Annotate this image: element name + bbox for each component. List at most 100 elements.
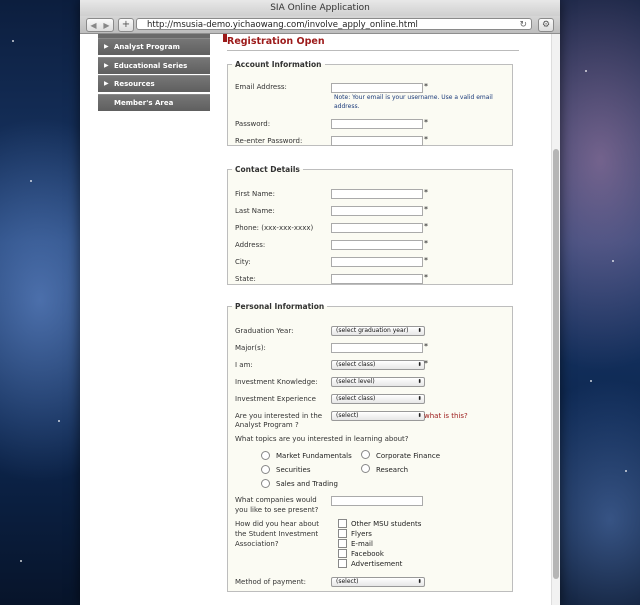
vertical-scrollbar[interactable] bbox=[551, 34, 560, 605]
radio-securities[interactable] bbox=[261, 465, 270, 474]
email-note: Note: Your email is your username. Use a… bbox=[334, 94, 493, 110]
phone-field[interactable] bbox=[331, 223, 423, 233]
companies-question-line2: you like to see present? bbox=[235, 506, 319, 514]
required-mark: * bbox=[424, 188, 428, 197]
personal-information-section: Personal Information Graduation Year: (s… bbox=[227, 302, 513, 592]
graduation-year-select[interactable]: (select graduation year) ⬍ bbox=[331, 326, 425, 336]
select-caret-icon: ⬍ bbox=[417, 396, 422, 402]
payment-label: Method of payment: bbox=[235, 578, 306, 586]
back-arrow-icon[interactable]: ◀ bbox=[90, 21, 96, 30]
required-mark: * bbox=[424, 342, 428, 351]
radio-research[interactable] bbox=[361, 464, 370, 473]
triangle-right-icon: ▶ bbox=[104, 43, 109, 50]
account-information-section: Account Information Email Address: * Not… bbox=[227, 60, 513, 146]
radio-label: Market Fundamentals bbox=[276, 452, 352, 460]
forward-arrow-icon[interactable]: ▶ bbox=[103, 21, 109, 30]
first-name-label: First Name: bbox=[235, 190, 275, 198]
sidebar-item-analyst-program[interactable]: ▶ Analyst Program bbox=[98, 38, 210, 55]
hear-question-line1: How did you hear about bbox=[235, 520, 319, 528]
sidebar-item-educational-series[interactable]: ▶ Educational Series bbox=[98, 56, 210, 74]
topics-question: What topics are you interested in learni… bbox=[235, 435, 409, 443]
radio-corporate-finance[interactable] bbox=[361, 450, 370, 459]
page-title: Registration Open bbox=[227, 36, 519, 51]
email-field[interactable] bbox=[331, 83, 423, 93]
required-mark: * bbox=[424, 135, 428, 144]
checkbox-other-msu-students[interactable] bbox=[338, 519, 347, 528]
analyst-interest-select[interactable]: (select) ⬍ bbox=[331, 411, 425, 421]
investment-experience-select[interactable]: (select class) ⬍ bbox=[331, 394, 425, 404]
gear-icon[interactable]: ⚙ bbox=[538, 18, 554, 32]
add-bookmark-button[interactable]: + bbox=[118, 18, 134, 32]
star bbox=[58, 420, 60, 422]
analyst-interest-label-line2: Analyst Program ? bbox=[235, 421, 299, 429]
checkbox-label: Facebook bbox=[351, 550, 384, 558]
companies-field[interactable] bbox=[331, 496, 423, 506]
address-field[interactable] bbox=[331, 240, 423, 250]
investment-knowledge-label: Investment Knowledge: bbox=[235, 378, 318, 386]
investment-experience-label: Investment Experience bbox=[235, 395, 316, 403]
required-mark: * bbox=[424, 118, 428, 127]
section-legend: Contact Details bbox=[235, 165, 300, 174]
reenter-password-label: Re-enter Password: bbox=[235, 137, 303, 145]
last-name-label: Last Name: bbox=[235, 207, 275, 215]
hear-question-line3: Association? bbox=[235, 540, 279, 548]
contact-details-section: Contact Details First Name: * Last Name:… bbox=[227, 165, 513, 285]
required-mark: * bbox=[424, 222, 428, 231]
password-field[interactable] bbox=[331, 119, 423, 129]
radio-label: Corporate Finance bbox=[376, 452, 440, 460]
class-select[interactable]: (select class) ⬍ bbox=[331, 360, 425, 370]
email-label: Email Address: bbox=[235, 83, 287, 91]
url-text: http://msusia-demo.yichaowang.com/involv… bbox=[147, 20, 418, 30]
investment-knowledge-select[interactable]: (select level) ⬍ bbox=[331, 377, 425, 387]
radio-label: Sales and Trading bbox=[276, 480, 338, 488]
what-is-this-link[interactable]: what is this? bbox=[424, 412, 468, 420]
sidebar-nav: ▶ Analyst Program ▶ Educational Series ▶… bbox=[98, 34, 227, 112]
analyst-interest-label-line1: Are you interested in the bbox=[235, 412, 323, 420]
required-mark: * bbox=[424, 205, 428, 214]
radio-label: Securities bbox=[276, 466, 311, 474]
first-name-field[interactable] bbox=[331, 189, 423, 199]
checkbox-label: Advertisement bbox=[351, 560, 403, 568]
scrollbar-thumb[interactable] bbox=[553, 149, 559, 579]
reenter-password-field[interactable] bbox=[331, 136, 423, 146]
state-field[interactable] bbox=[331, 274, 423, 284]
page-viewport: ▶ Analyst Program ▶ Educational Series ▶… bbox=[80, 34, 560, 605]
radio-label: Research bbox=[376, 466, 409, 474]
back-forward-buttons[interactable]: ◀ ▶ bbox=[86, 18, 114, 32]
checkbox-flyers[interactable] bbox=[338, 529, 347, 538]
city-label: City: bbox=[235, 258, 251, 266]
select-caret-icon: ⬍ bbox=[417, 379, 422, 385]
checkbox-email[interactable] bbox=[338, 539, 347, 548]
star bbox=[590, 380, 592, 382]
checkbox-label: Other MSU students bbox=[351, 520, 422, 528]
star bbox=[625, 470, 627, 472]
password-label: Password: bbox=[235, 120, 271, 128]
payment-method-select[interactable]: (select) ⬍ bbox=[331, 577, 425, 587]
select-caret-icon: ⬍ bbox=[417, 328, 422, 334]
section-legend: Personal Information bbox=[235, 302, 325, 311]
address-bar[interactable]: http://msusia-demo.yichaowang.com/involv… bbox=[136, 18, 532, 30]
triangle-right-icon: ▶ bbox=[104, 80, 109, 87]
radio-market-fundamentals[interactable] bbox=[261, 451, 270, 460]
major-field[interactable] bbox=[331, 343, 423, 353]
city-field[interactable] bbox=[331, 257, 423, 267]
radio-sales-and-trading[interactable] bbox=[261, 479, 270, 488]
star bbox=[30, 180, 32, 182]
checkbox-facebook[interactable] bbox=[338, 549, 347, 558]
star bbox=[20, 560, 22, 562]
sidebar-item-members-area[interactable]: Member's Area bbox=[98, 93, 210, 111]
checkbox-label: E-mail bbox=[351, 540, 373, 548]
select-caret-icon: ⬍ bbox=[417, 362, 422, 368]
required-mark: * bbox=[424, 239, 428, 248]
i-am-label: I am: bbox=[235, 361, 253, 369]
triangle-right-icon: ▶ bbox=[104, 61, 109, 69]
checkbox-advertisement[interactable] bbox=[338, 559, 347, 568]
star bbox=[612, 260, 614, 262]
required-mark: * bbox=[424, 82, 428, 91]
last-name-field[interactable] bbox=[331, 206, 423, 216]
select-caret-icon: ⬍ bbox=[417, 413, 422, 419]
reload-icon[interactable]: ↻ bbox=[519, 19, 527, 31]
select-caret-icon: ⬍ bbox=[417, 579, 422, 585]
companies-question-line1: What companies would bbox=[235, 496, 317, 504]
sidebar-item-resources[interactable]: ▶ Resources bbox=[98, 75, 210, 92]
